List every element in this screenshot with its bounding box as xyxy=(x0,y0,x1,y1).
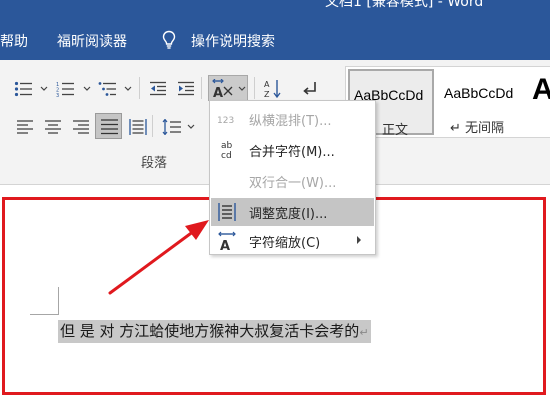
menu-item-two-lines-in-one[interactable]: 双行合一(W)... xyxy=(211,167,374,195)
submenu-arrow-icon xyxy=(357,236,361,244)
ribbon-separator xyxy=(254,77,255,99)
window-title: 文档1 [兼容模式] - Word xyxy=(325,0,484,10)
asian-layout-button[interactable]: A xyxy=(208,75,248,101)
fit-text-icon xyxy=(217,202,237,222)
chevron-down-icon xyxy=(124,86,132,91)
align-right-button[interactable] xyxy=(68,115,92,137)
align-left-button[interactable] xyxy=(12,115,36,137)
menu-item-combine-characters[interactable]: ab cd 合并字符(M)... xyxy=(211,136,374,164)
menu-item-label: 字符缩放(C) xyxy=(249,236,321,251)
distributed-button[interactable] xyxy=(125,115,149,137)
style-sample: AaBbCcDd xyxy=(444,85,514,101)
ribbon-separator xyxy=(152,115,153,137)
menu-item-label: 调整宽度(I)... xyxy=(249,207,328,222)
align-center-button[interactable] xyxy=(40,115,64,137)
numbering-button[interactable]: 123 xyxy=(52,77,92,99)
menu-item-character-scaling[interactable]: A 字符缩放(C) xyxy=(211,227,374,255)
svg-text:A: A xyxy=(220,239,230,251)
tell-me-search[interactable]: 操作说明搜索 xyxy=(160,29,286,53)
paragraph-mark-icon xyxy=(303,82,316,95)
ribbon-separator xyxy=(139,77,140,99)
character-scaling-icon: A xyxy=(217,231,237,254)
svg-text:A: A xyxy=(264,80,270,89)
sort-button[interactable]: AZ xyxy=(260,75,284,101)
increase-indent-button[interactable] xyxy=(173,77,197,99)
chevron-down-icon xyxy=(40,86,48,91)
sort-az-icon: AZ xyxy=(264,80,281,99)
ribbon-group-label: 段落 xyxy=(141,156,168,171)
menu-item-label: 合并字符(M)... xyxy=(249,145,335,160)
multilevel-list-button[interactable] xyxy=(94,77,134,99)
menu-help[interactable]: 帮助 xyxy=(0,31,28,51)
svg-text:Z: Z xyxy=(264,90,270,99)
menu-item-vertical-in-horizontal[interactable]: 123 纵横混排(T)... xyxy=(211,105,374,133)
icon-text: 123 xyxy=(217,116,234,126)
vertical-text-icon: 123 xyxy=(217,109,237,129)
style-name: 正文 xyxy=(382,123,409,138)
style-no-spacing[interactable]: AaBbCcDd ↵ 无间隔 xyxy=(440,69,524,136)
lightbulb-icon xyxy=(162,30,176,54)
tell-me-label: 操作说明搜索 xyxy=(191,34,275,50)
style-name: ↵ 无间隔 xyxy=(450,121,505,136)
chevron-down-icon xyxy=(83,86,91,91)
combine-characters-icon: ab cd xyxy=(217,140,237,161)
justify-button[interactable] xyxy=(95,113,122,139)
svg-text:3: 3 xyxy=(56,93,59,97)
menu-item-label: 双行合一(W)... xyxy=(249,176,337,191)
chevron-down-icon xyxy=(187,124,195,129)
asian-layout-menu: 123 纵横混排(T)... ab cd 合并字符(M)... 双行合一(W)..… xyxy=(209,100,376,255)
style-sample: A xyxy=(532,73,550,106)
icon-text: ab xyxy=(221,141,233,151)
icon-text: cd xyxy=(221,151,232,160)
ribbon-separator xyxy=(201,77,202,99)
menu-bar: 帮助 福昕阅读器 操作说明搜索 xyxy=(0,22,550,60)
show-marks-button[interactable] xyxy=(297,75,321,101)
style-heading[interactable]: A xyxy=(530,69,550,135)
svg-text:A: A xyxy=(213,86,223,99)
bullets-button[interactable] xyxy=(10,77,50,99)
title-bar: 文档1 [兼容模式] - Word xyxy=(0,0,550,22)
menu-item-fit-text[interactable]: 调整宽度(I)... xyxy=(211,198,374,226)
line-spacing-button[interactable] xyxy=(158,115,196,137)
asian-layout-icon: A xyxy=(212,79,233,99)
decrease-indent-button[interactable] xyxy=(145,77,169,99)
chevron-down-icon xyxy=(238,86,246,91)
menu-foxit-reader[interactable]: 福昕阅读器 xyxy=(57,31,127,51)
menu-item-label: 纵横混排(T)... xyxy=(249,114,332,129)
